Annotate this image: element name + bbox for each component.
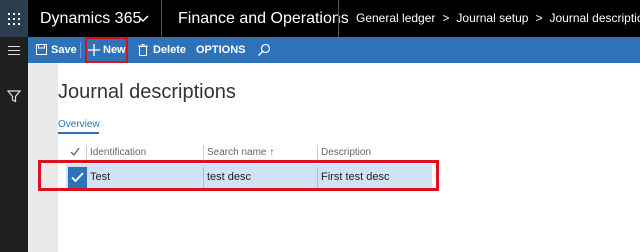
breadcrumb-item-current[interactable]: Journal descriptions <box>549 11 640 25</box>
header-divider <box>338 0 339 37</box>
delete-label: Delete <box>153 44 187 56</box>
tab-overview[interactable]: Overview <box>58 119 100 130</box>
content-area: Journal descriptions Overview Identifica… <box>28 63 640 252</box>
header-divider <box>161 0 162 37</box>
filter-icon[interactable] <box>7 89 21 103</box>
breadcrumb-separator-icon: > <box>535 11 543 25</box>
column-divider <box>203 145 204 161</box>
hamburger-icon[interactable] <box>8 46 20 56</box>
new-button-highlight <box>85 37 128 63</box>
chevron-down-icon[interactable] <box>136 11 150 25</box>
select-all-checkmark-icon[interactable] <box>70 147 80 157</box>
trash-icon <box>138 44 148 56</box>
page-title: Journal descriptions <box>58 81 236 103</box>
navigation-rail <box>0 37 28 252</box>
product-name[interactable]: Dynamics 365 <box>40 0 141 37</box>
action-pane: Save New Delete OPTIONS <box>28 37 640 63</box>
breadcrumb-item[interactable]: Journal setup <box>456 11 528 25</box>
module-name: Finance and Operations <box>178 10 349 27</box>
delete-button[interactable]: Delete <box>138 37 186 63</box>
options-tab[interactable]: OPTIONS <box>196 37 246 63</box>
search-icon[interactable] <box>257 43 271 57</box>
breadcrumb-separator-icon: > <box>442 11 450 25</box>
top-navigation-bar: Dynamics 365 Finance and Operations Gene… <box>0 0 640 37</box>
save-button[interactable]: Save <box>36 37 77 63</box>
save-icon <box>36 44 47 55</box>
save-label: Save <box>51 44 77 56</box>
app-launcher-button[interactable] <box>0 0 28 37</box>
column-divider <box>86 145 87 161</box>
waffle-icon <box>8 13 20 25</box>
toolbar-divider <box>80 42 81 58</box>
row-highlight <box>38 160 439 191</box>
breadcrumb-item[interactable]: General ledger <box>356 11 435 25</box>
column-divider <box>317 145 318 161</box>
tab-active-indicator <box>58 132 99 134</box>
form-card: Journal descriptions Overview Identifica… <box>58 63 640 252</box>
breadcrumb: General ledger > Journal setup > Journal des… <box>356 0 640 37</box>
